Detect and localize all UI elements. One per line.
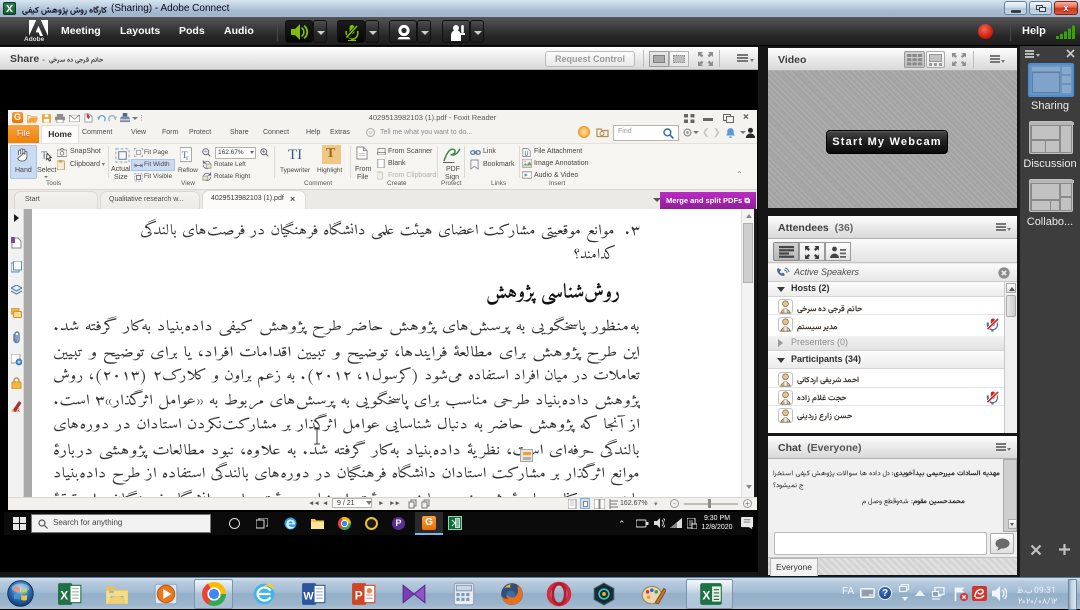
svg-text:P: P <box>355 588 363 602</box>
svg-text:R: R <box>16 408 20 412</box>
svg-text:W: W <box>303 590 314 602</box>
svg-text:X: X <box>702 588 710 602</box>
svg-text:X: X <box>60 588 68 602</box>
